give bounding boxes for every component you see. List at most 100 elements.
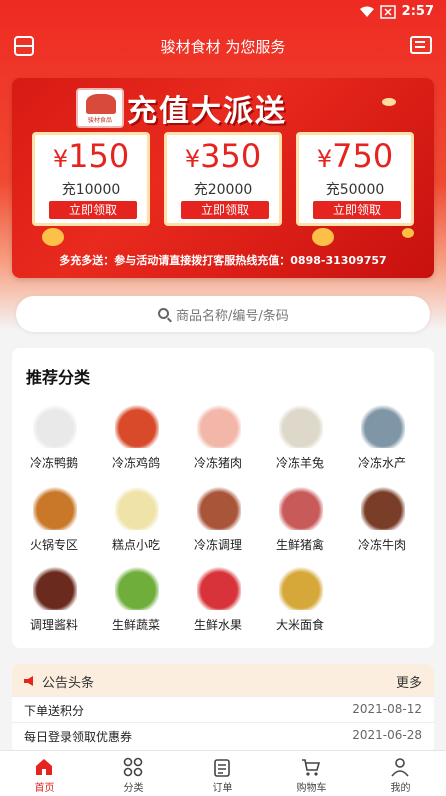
search-input[interactable]: 商品名称/编号/条码: [16, 296, 430, 332]
announcement-panel: 公告头条 更多 下单送积分 2021-08-12 每日登录领取优惠券 2021-…: [12, 664, 434, 754]
recommended-categories: 推荐分类 冷冻鸭鹅 冷冻鸡鸽 冷冻猪肉 冷冻羊兔 冷冻水产火锅专区 糕点小吃 冷冻调理 生鲜猪…: [12, 348, 434, 648]
category-label: 生鲜蔬菜: [111, 618, 160, 632]
category-item[interactable]: 生鲜猪禽: [259, 486, 341, 564]
promo-hotline-text: 多充多送：参与活动请直接拨打客服热线充值：0898-31309757: [59, 254, 387, 267]
confetti-decoration: [402, 228, 414, 238]
category-item[interactable]: 生鲜蔬菜: [95, 566, 177, 644]
category-label: 冷冻调理: [193, 538, 242, 552]
rooster-icon: [115, 404, 159, 448]
coupon-750[interactable]: ¥750 充50000 立即领取: [296, 132, 414, 226]
announcement-date: 2021-08-12: [352, 702, 422, 716]
search-icon: [158, 308, 169, 319]
category-label: 糕点小吃: [111, 538, 160, 552]
tab-label: 分类: [123, 783, 144, 794]
tab-orders[interactable]: 订单: [178, 751, 267, 796]
more-link[interactable]: 更多: [396, 672, 422, 691]
hotpot-icon: [33, 486, 77, 530]
promo-headline: 充值大派送: [127, 94, 287, 129]
clock: 2:57: [401, 4, 434, 19]
sauce-bottles-icon: [33, 566, 77, 610]
pastry-icon: [115, 486, 159, 530]
fish-icon: [361, 404, 405, 448]
category-item[interactable]: 生鲜水果: [177, 566, 259, 644]
tab-label: 首页: [34, 783, 55, 794]
category-label: 调理酱料: [29, 618, 78, 632]
announcement-text: 每日登录领取优惠券: [24, 730, 133, 744]
coupon-150[interactable]: ¥150 充10000 立即领取: [32, 132, 150, 226]
grid-icon: [123, 757, 143, 777]
announcement-title: 公告头条: [42, 676, 95, 691]
page-title: 骏材食材 为您服务: [160, 38, 286, 56]
coupon-price: ¥750: [316, 137, 394, 175]
tab-label: 订单: [212, 783, 233, 794]
category-label: 冷冻鸡鸽: [111, 456, 160, 470]
category-item[interactable]: 冷冻鸡鸽: [95, 404, 177, 482]
tab-category[interactable]: 分类: [89, 751, 178, 796]
confetti-decoration: [382, 98, 396, 106]
speaker-icon: [24, 676, 33, 686]
category-item[interactable]: 大米面食: [259, 566, 341, 644]
top-header: 骏材食材 为您服务: [0, 28, 446, 64]
strawberry-icon: [197, 566, 241, 610]
coupon-condition: 充10000: [61, 182, 121, 198]
wifi-icon: [360, 6, 374, 17]
category-label: 火锅专区: [29, 538, 78, 552]
category-item[interactable]: 冷冻调理: [177, 486, 259, 564]
wheat-icon: [279, 566, 323, 610]
category-item[interactable]: 糕点小吃: [95, 486, 177, 564]
cart-icon: [302, 759, 321, 776]
tab-label: 购物车: [296, 783, 327, 794]
battery-icon: [380, 5, 396, 19]
category-item[interactable]: 冷冻羊兔: [259, 404, 341, 482]
claim-button[interactable]: 立即领取: [49, 201, 137, 219]
claim-button[interactable]: 立即领取: [313, 201, 401, 219]
coin-decoration: [312, 228, 334, 246]
coupon-price: ¥150: [52, 137, 130, 175]
brand-logo-text: 骏材食品: [87, 117, 112, 124]
promo-banner[interactable]: 骏材食品 充值大派送 ¥150 充10000 立即领取 ¥350 充20000 …: [12, 78, 434, 278]
claim-button[interactable]: 立即领取: [181, 201, 269, 219]
announcement-date: 2021-06-28: [352, 728, 422, 742]
category-label: 冷冻牛肉: [357, 538, 406, 552]
announcement-text: 下单送积分: [24, 704, 85, 718]
tab-cart[interactable]: 购物车: [267, 751, 356, 796]
brand-logo: 骏材食品: [76, 88, 124, 128]
clipboard-icon: [214, 759, 230, 777]
cabbage-icon: [115, 566, 159, 610]
category-item[interactable]: 冷冻水产: [341, 404, 423, 482]
skewer-icon: [197, 486, 241, 530]
coupon-condition: 充50000: [325, 182, 385, 198]
coupon-350[interactable]: ¥350 充20000 立即领取: [164, 132, 282, 226]
category-item[interactable]: 火锅专区: [13, 486, 95, 564]
announcement-header: 公告头条 更多: [12, 664, 434, 696]
message-icon[interactable]: [410, 36, 432, 54]
category-label: 冷冻猪肉: [193, 456, 242, 470]
announcement-row[interactable]: 下单送积分 2021-08-12: [12, 696, 434, 722]
meat-platter-icon: [279, 486, 323, 530]
category-label: 冷冻水产: [357, 456, 406, 470]
category-item[interactable]: 调理酱料: [13, 566, 95, 644]
section-title: 推荐分类: [26, 368, 91, 387]
pig-icon: [197, 404, 241, 448]
duck-icon: [33, 404, 77, 448]
category-label: 冷冻鸭鹅: [29, 456, 78, 470]
category-item[interactable]: 冷冻鸭鹅: [13, 404, 95, 482]
status-bar: 2:57: [0, 0, 446, 24]
coupon-condition: 充20000: [193, 182, 253, 198]
category-label: 生鲜水果: [193, 618, 242, 632]
category-label: 生鲜猪禽: [275, 538, 324, 552]
coin-decoration: [42, 228, 64, 246]
coupon-price: ¥350: [184, 137, 262, 175]
cow-icon: [361, 486, 405, 530]
home-icon: [36, 759, 52, 775]
category-item[interactable]: 冷冻牛肉: [341, 486, 423, 564]
announcement-row[interactable]: 每日登录领取优惠券 2021-06-28: [12, 722, 434, 748]
category-label: 大米面食: [275, 618, 324, 632]
category-item[interactable]: 冷冻猪肉: [177, 404, 259, 482]
tab-home[interactable]: 首页: [0, 751, 89, 796]
search-placeholder: 商品名称/编号/条码: [176, 309, 289, 324]
bottom-tab-bar: 首页 分类 订单 购物车 我的: [0, 750, 446, 796]
tab-label: 我的: [390, 783, 411, 794]
sheep-icon: [279, 404, 323, 448]
tab-profile[interactable]: 我的: [356, 751, 445, 796]
